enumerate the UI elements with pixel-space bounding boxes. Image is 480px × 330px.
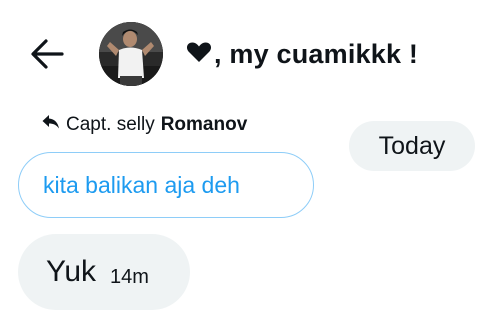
reply-name: Capt. selly	[66, 114, 155, 135]
message-text: Yuk	[46, 255, 97, 288]
avatar[interactable]	[99, 22, 163, 86]
back-button[interactable]	[28, 36, 68, 72]
message-timestamp: 14m	[110, 265, 149, 288]
quoted-message[interactable]: kita balikan aja deh	[18, 152, 314, 218]
chat-title-text: , my cuamikkk !	[214, 38, 419, 69]
chat-header: , my cuamikkk !	[0, 0, 480, 108]
date-separator: Today	[349, 121, 475, 171]
message-bubble[interactable]: Yuk 14m	[18, 234, 190, 310]
heart-icon	[186, 39, 212, 70]
reply-arrow-icon	[42, 114, 60, 136]
reply-context: Capt. selly Romanov	[42, 112, 247, 138]
chat-title[interactable]: , my cuamikkk !	[186, 34, 418, 74]
arrow-left-icon	[31, 39, 64, 69]
profile-photo	[99, 22, 163, 86]
reply-name-surname: Romanov	[160, 114, 248, 135]
